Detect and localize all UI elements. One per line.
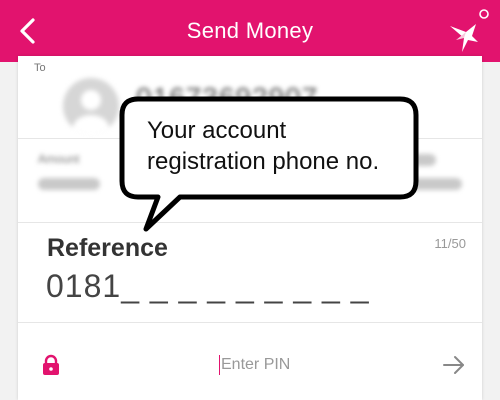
app-bar: Send Money <box>0 0 500 62</box>
reference-field[interactable]: Reference 11/50 0181_ _ _ _ _ _ _ _ _ <box>18 224 482 320</box>
lock-icon <box>43 354 59 375</box>
divider <box>18 322 482 323</box>
person-icon <box>73 90 109 134</box>
character-counter: 11/50 <box>434 236 466 251</box>
pin-input[interactable]: Enter PIN <box>219 355 290 375</box>
amount-label: Amount <box>38 152 80 166</box>
to-label: To <box>34 62 46 74</box>
callout-line-2: registration phone no. <box>147 148 380 175</box>
pin-section: Enter PIN <box>18 324 482 400</box>
callout-line-1: Your account <box>147 117 287 144</box>
bird-logo-icon <box>450 9 489 52</box>
callout-text: Your account registration phone no. <box>147 115 409 177</box>
amount-value-blurred <box>38 178 100 190</box>
arrow-right-icon[interactable] <box>442 354 466 376</box>
page-title: Send Money <box>186 18 314 43</box>
avatar <box>63 78 119 134</box>
reference-input[interactable]: 0181_ _ _ _ _ _ _ _ _ <box>46 268 369 305</box>
reference-label: Reference <box>47 234 168 262</box>
